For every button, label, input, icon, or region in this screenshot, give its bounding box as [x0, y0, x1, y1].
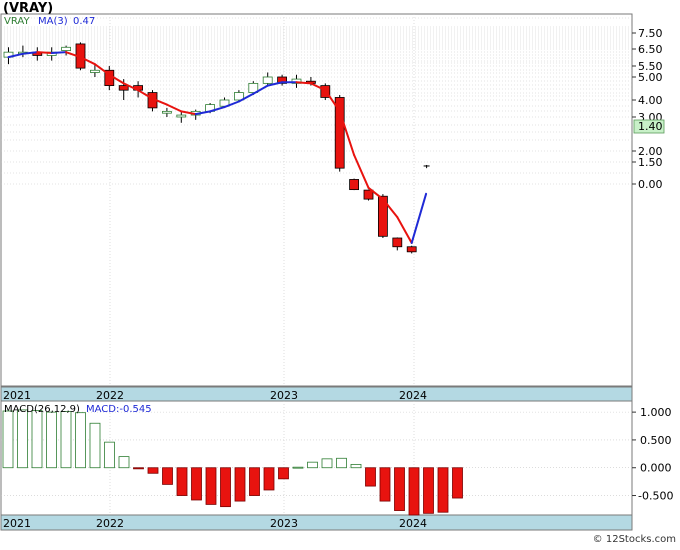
macd-bar: [31, 410, 43, 469]
macd-bar: [133, 467, 144, 470]
macd-bar: [104, 441, 115, 469]
macd-bar: [191, 467, 202, 501]
price-x-label: 2023: [270, 389, 298, 402]
candle-body: [61, 46, 71, 51]
price-tick-label: 6.50: [638, 43, 663, 56]
macd-bar: [2, 410, 14, 469]
ma-segment: [50, 51, 68, 54]
last-price-label: 1.40: [638, 120, 663, 133]
ma-segment: [295, 81, 312, 85]
macd-bar: [234, 467, 246, 502]
stock-chart-svg: 7.506.505.505.004.003.002.001.500.001.40…: [0, 1, 676, 545]
candle-body: [406, 246, 417, 253]
price-legend-item: 0.47: [73, 16, 95, 27]
price-x-label: 2024: [399, 389, 427, 402]
macd-bar: [278, 467, 289, 480]
price-tick-label: 4.00: [638, 94, 663, 107]
macd-bar: [89, 422, 101, 469]
chart-title: (VRAY): [3, 1, 53, 16]
macd-bar: [162, 467, 173, 485]
candle-body: [349, 179, 360, 191]
macd-x-label: 2023: [270, 517, 298, 530]
macd-bar: [176, 467, 188, 496]
macd-tick-label: 1.000: [640, 406, 672, 419]
macd-bar: [292, 466, 304, 469]
macd-tick-label: 0.000: [640, 462, 672, 475]
price-x-label: 2021: [3, 389, 31, 402]
macd-bar: [75, 412, 86, 469]
macd-bar: [423, 467, 434, 514]
macd-tick-label: 0.500: [640, 434, 672, 447]
macd-bar: [17, 409, 28, 469]
price-tick-label: 5.00: [638, 71, 663, 84]
macd-bar: [118, 456, 130, 469]
ma-segment: [36, 51, 53, 54]
macd-bar: [408, 467, 420, 516]
candle-body: [118, 85, 129, 91]
macd-x-label: 2021: [3, 517, 31, 530]
macd-tick-label: -0.500: [638, 490, 673, 503]
price-x-label: 2022: [96, 389, 124, 402]
candle-body: [90, 69, 100, 73]
price-legend-item: MA(3): [38, 16, 68, 27]
price-tick-label: 1.50: [638, 156, 663, 169]
macd-bar: [394, 467, 405, 511]
chart-root: 7.50 6.50 5.50 5.00 4.00 3.00 2.00 1.50 0.00 1.40…: [0, 0, 680, 546]
macd-bar: [437, 467, 449, 513]
candle-body: [262, 76, 273, 84]
price-legend-item: VRAY: [4, 16, 30, 27]
macd-bar: [307, 461, 318, 469]
macd-bar: [263, 467, 275, 491]
macd-legend-item: MACD(26,12,9): [4, 404, 80, 415]
macd-bar: [249, 467, 260, 496]
macd-x-label: 2024: [399, 517, 427, 530]
macd-bar: [220, 467, 231, 508]
macd-bar: [321, 458, 333, 469]
macd-bar: [365, 467, 376, 487]
macd-x-label: 2022: [96, 517, 124, 530]
macd-bar: [336, 457, 347, 469]
macd-bar: [452, 467, 463, 499]
macd-bar: [46, 411, 57, 469]
macd-bar: [379, 467, 391, 502]
macd-bar: [147, 467, 159, 474]
candle-body: [392, 237, 403, 248]
macd-y-axis: 1.000 0.500 0.000 -0.500: [632, 406, 673, 503]
price-tick-label: 7.50: [638, 27, 663, 40]
macd-bar: [60, 411, 72, 469]
price-tick-label: 0.00: [638, 178, 663, 191]
candle-body: [161, 110, 172, 114]
footer-credit: © 12Stocks.com: [593, 534, 676, 545]
candle-body: [176, 114, 187, 118]
price-y-axis: 7.506.505.505.004.003.002.001.500.001.40: [632, 27, 665, 191]
macd-bar: [350, 463, 362, 469]
macd-bar: [205, 467, 217, 505]
macd-legend-item: MACD:-0.545: [86, 404, 152, 415]
